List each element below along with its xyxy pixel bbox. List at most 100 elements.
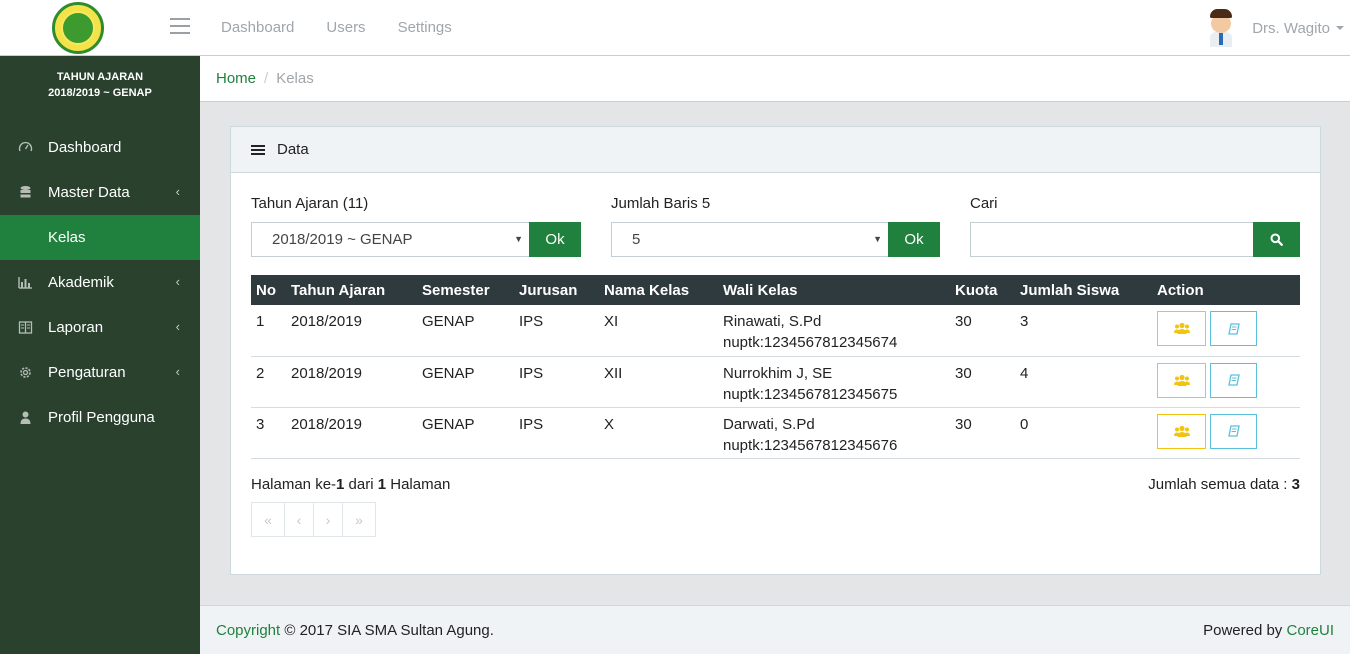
footer: Copyright © 2017 SIA SMA Sultan Agung. P… — [200, 605, 1350, 654]
speedometer-icon — [18, 140, 33, 155]
sidebar: TAHUN AJARAN 2018/2019 ~ GENAP Dashboard… — [0, 56, 200, 654]
copyright-text: © 2017 SIA SMA Sultan Agung. — [280, 621, 494, 639]
page-info-middle: dari — [344, 476, 378, 493]
dropdown-arrow-icon: ▼ — [873, 234, 882, 244]
col-header-kuota: Kuota — [950, 275, 1015, 305]
chevron-down-icon[interactable] — [1336, 26, 1344, 30]
first-page-button[interactable]: « — [251, 502, 285, 537]
view-book-button[interactable] — [1210, 362, 1257, 398]
card-title: Data — [277, 141, 309, 158]
wali-nuptk: nuptk:1234567812345676 — [723, 436, 898, 454]
user-icon — [18, 410, 33, 425]
cell-no: 1 — [251, 305, 286, 357]
jumlah-baris-select[interactable]: 5 ▼ — [611, 222, 889, 257]
avatar[interactable] — [1206, 9, 1236, 47]
sidebar-item-kelas[interactable]: Kelas — [0, 215, 200, 260]
sidebar-item-master-data[interactable]: Master Data ‹ — [0, 170, 200, 215]
cari-label: Cari — [970, 195, 998, 212]
nav-settings[interactable]: Settings — [398, 19, 452, 36]
col-header-jumlah-siswa: Jumlah Siswa — [1015, 275, 1152, 305]
copyright-link[interactable]: Copyright — [216, 622, 280, 639]
breadcrumb-separator: / — [264, 70, 269, 87]
cell-semester: GENAP — [417, 356, 514, 408]
sidebar-item-dashboard[interactable]: Dashboard — [0, 125, 200, 170]
book-icon — [1227, 425, 1240, 437]
cell-tahun-ajaran: 2018/2019 — [286, 356, 417, 408]
page-info-prefix: Halaman ke- — [251, 476, 337, 493]
database-icon — [18, 185, 33, 200]
view-students-button[interactable] — [1157, 362, 1206, 398]
col-header-tahun-ajaran: Tahun Ajaran — [286, 275, 417, 305]
view-students-button[interactable] — [1157, 413, 1206, 449]
sidebar-item-profil-pengguna[interactable]: Profil Pengguna — [0, 395, 200, 440]
view-book-button[interactable] — [1210, 413, 1257, 449]
total-info: Jumlah semua data : 3 — [1148, 476, 1300, 493]
baris-ok-button[interactable]: Ok — [888, 222, 940, 257]
jumlah-baris-value: 5 — [632, 231, 641, 248]
chevron-left-icon: ‹ — [175, 364, 180, 379]
prev-page-button[interactable]: ‹ — [284, 502, 314, 537]
coreui-link[interactable]: CoreUI — [1286, 622, 1334, 639]
cell-action — [1152, 407, 1300, 459]
col-header-wali-kelas: Wali Kelas — [718, 275, 950, 305]
footer-copyright: Copyright © 2017 SIA SMA Sultan Agung. — [216, 622, 494, 639]
cell-wali-kelas: Rinawati, S.Pd nuptk:1234567812345674 — [718, 305, 950, 357]
page-total: 1 — [377, 476, 387, 493]
search-button[interactable] — [1253, 222, 1300, 257]
chevron-left-icon: ‹ — [175, 319, 180, 334]
cell-kuota: 30 — [950, 407, 1015, 459]
top-header: Dashboard Users Settings Drs. Wagito — [0, 0, 1350, 56]
user-name[interactable]: Drs. Wagito — [1252, 20, 1330, 37]
logo-emblem — [61, 11, 95, 45]
kelas-table: No Tahun Ajaran Semester Jurusan Nama Ke… — [251, 275, 1300, 459]
book-icon — [18, 320, 33, 335]
chevron-left-icon: ‹ — [175, 184, 180, 199]
table-row: 3 2018/2019 GENAP IPS X Darwati, S.Pd nup… — [251, 407, 1300, 459]
wali-name: Darwati, S.Pd — [723, 415, 815, 433]
wali-name: Nurrokhim J, SE — [723, 364, 833, 382]
table-row: 1 2018/2019 GENAP IPS XI Rinawati, S.Pd n… — [251, 305, 1300, 357]
jumlah-baris-label: Jumlah Baris 5 — [611, 195, 711, 212]
cell-nama-kelas: X — [599, 407, 718, 459]
tahun-ajaran-select[interactable]: 2018/2019 ~ GENAP ▼ — [251, 222, 530, 257]
sidebar-item-label: Kelas — [48, 229, 86, 246]
users-icon — [1173, 322, 1190, 334]
search-icon — [1270, 233, 1283, 246]
breadcrumb-current: Kelas — [276, 70, 314, 87]
view-students-button[interactable] — [1157, 311, 1206, 346]
cell-action — [1152, 305, 1300, 357]
sidebar-item-label: Pengaturan — [48, 364, 126, 381]
next-page-button[interactable]: › — [313, 502, 343, 537]
nav-dashboard[interactable]: Dashboard — [221, 19, 294, 36]
col-header-action: Action — [1152, 275, 1300, 305]
tahun-ajaran-value: 2018/2019 ~ GENAP — [272, 231, 413, 248]
last-page-button[interactable]: » — [342, 502, 376, 537]
page-info: Halaman ke-1 dari 1 Halaman — [251, 476, 450, 493]
tahun-ok-button[interactable]: Ok — [529, 222, 581, 257]
nav-users[interactable]: Users — [326, 19, 365, 36]
book-icon — [1227, 322, 1240, 335]
cell-jurusan: IPS — [514, 305, 599, 357]
user-menu[interactable]: Drs. Wagito — [1206, 0, 1350, 56]
cell-nama-kelas: XII — [599, 356, 718, 408]
cell-no: 2 — [251, 356, 286, 408]
sidebar-item-label: Laporan — [48, 319, 104, 336]
users-icon — [1173, 374, 1190, 386]
breadcrumb-home[interactable]: Home — [216, 70, 256, 87]
cell-action — [1152, 356, 1300, 408]
view-book-button[interactable] — [1210, 311, 1257, 346]
sidebar-toggle-icon[interactable] — [170, 18, 190, 36]
sidebar-item-akademik[interactable]: Akademik ‹ — [0, 260, 200, 305]
cell-wali-kelas: Darwati, S.Pd nuptk:1234567812345676 — [718, 407, 950, 459]
sidebar-item-laporan[interactable]: Laporan ‹ — [0, 305, 200, 350]
card-header: Data — [231, 127, 1320, 173]
cell-nama-kelas: XI — [599, 305, 718, 357]
sidebar-item-pengaturan[interactable]: Pengaturan ‹ — [0, 350, 200, 395]
search-input[interactable] — [970, 222, 1254, 257]
col-header-no: No — [251, 275, 286, 305]
cell-semester: GENAP — [417, 407, 514, 459]
cell-jurusan: IPS — [514, 356, 599, 408]
col-header-semester: Semester — [417, 275, 514, 305]
data-card: Data Tahun Ajaran (11) 2018/2019 ~ GENAP… — [230, 126, 1321, 575]
school-logo[interactable] — [52, 2, 104, 54]
